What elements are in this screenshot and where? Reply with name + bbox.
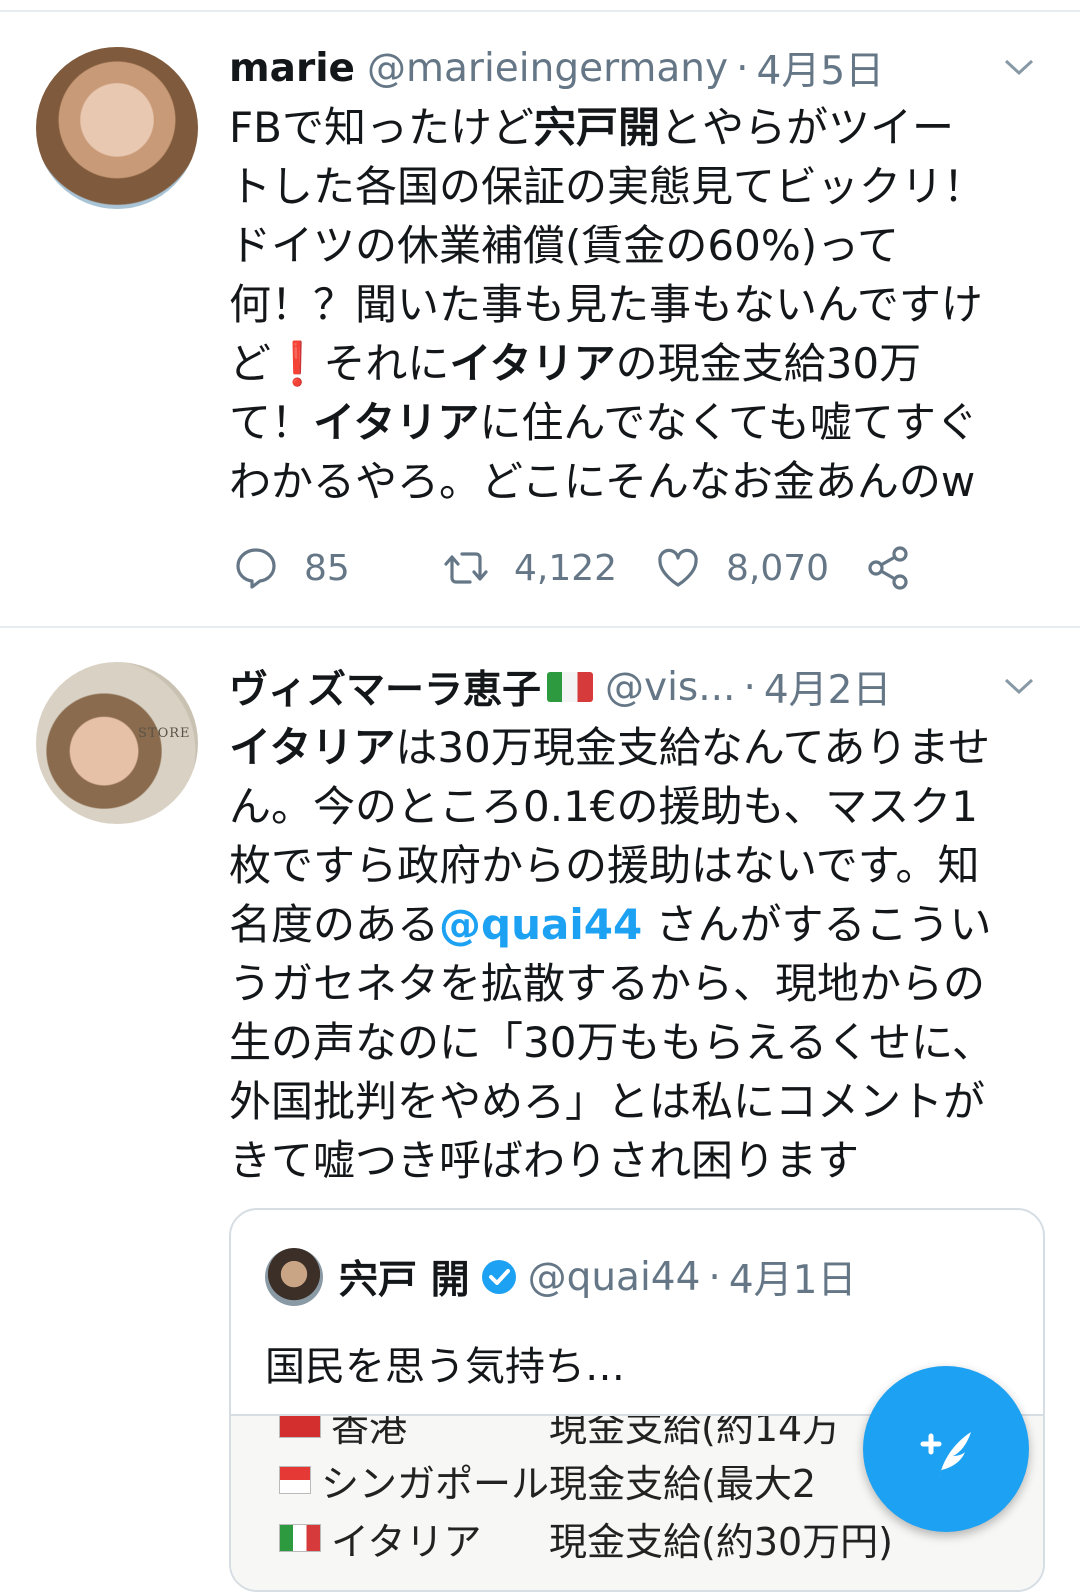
benefit-label: 現金支給(約30万円) bbox=[549, 1519, 894, 1564]
like-button[interactable]: 8,070 bbox=[654, 540, 829, 596]
text-line: トした各国の保証の実態見てビックリ！ bbox=[229, 162, 986, 211]
separator-dot: · bbox=[708, 1254, 721, 1300]
text-line: て！イタリアに住んでなくても嘘てすぐ bbox=[229, 393, 1049, 452]
chevron-down-icon[interactable] bbox=[1002, 669, 1036, 703]
quoted-display-name: 宍戸 開 bbox=[339, 1258, 470, 1303]
retweet-icon bbox=[444, 552, 488, 584]
country-label: 香港 bbox=[331, 1414, 408, 1450]
verified-badge-icon bbox=[481, 1260, 516, 1294]
user-handle[interactable]: @marieingermany bbox=[367, 46, 728, 91]
compose-tweet-button[interactable] bbox=[863, 1366, 1029, 1532]
exclamation-emoji: ❗ bbox=[271, 339, 324, 388]
top-divider bbox=[0, 10, 1080, 12]
quoted-tweet-header: 宍戸 開 @quai44 · 4月1日 bbox=[265, 1248, 857, 1306]
text-segment: は30万現金支給なんてありませ bbox=[395, 723, 991, 772]
reply-icon bbox=[236, 548, 276, 589]
text-line: わかるやろ。どこにそんなお金あんのw bbox=[229, 457, 976, 506]
compose-feather-icon bbox=[920, 1432, 971, 1478]
share-button[interactable] bbox=[864, 540, 912, 596]
country-label: イタリア bbox=[331, 1519, 482, 1564]
text-segment: の現金支給30万 bbox=[615, 339, 922, 388]
quoted-user-handle: @quai44 bbox=[527, 1254, 701, 1300]
text-line: ど❗それにイタリアの現金支給30万 bbox=[229, 334, 1049, 393]
hong-kong-flag-icon bbox=[279, 1416, 321, 1438]
separator-dot: · bbox=[743, 664, 756, 710]
text-segment: それに bbox=[323, 339, 450, 388]
singapore-flag-icon bbox=[279, 1466, 311, 1494]
text-line: きて嘘つき呼ばわりされ困ります bbox=[229, 1136, 860, 1185]
text-segment: 名度のある bbox=[229, 900, 440, 949]
text-line: 外国批判をやめろ」とは私にコメントが bbox=[229, 1077, 986, 1126]
image-row: シンガポール 現金支給(最大2 bbox=[279, 1456, 816, 1506]
user-handle[interactable]: @vis... bbox=[605, 665, 735, 710]
text-line: うガセネタを拡散するから、現地からの bbox=[229, 959, 986, 1008]
tweet-header: marie @marieingermany · 4月5日 bbox=[229, 40, 885, 96]
quoted-avatar bbox=[265, 1248, 323, 1306]
quoted-tweet-text: 国民を思う気持ち… bbox=[265, 1344, 625, 1390]
text-segment: さんがするこうい bbox=[642, 900, 992, 949]
text-line: 何！？聞いた事も見た事もないんですけ bbox=[229, 280, 983, 329]
retweet-button[interactable]: 4,122 bbox=[442, 540, 617, 596]
text-segment: とやらがツイー bbox=[660, 103, 955, 152]
mention-link[interactable]: @quai44 bbox=[439, 900, 642, 949]
text-line: ん。今のところ0.1€の援助も、マスク1 bbox=[229, 782, 978, 831]
bold-keyword: イタリア bbox=[229, 723, 396, 772]
reply-count: 85 bbox=[304, 547, 350, 589]
text-line: FBで知ったけど宍戸開とやらがツイー bbox=[229, 98, 1049, 157]
separator-dot: · bbox=[736, 45, 749, 91]
bold-keyword: 宍戸開 bbox=[533, 103, 660, 152]
tweet-text: イタリアは30万現金支給なんてありませ ん。今のところ0.1€の援助も、マスク1… bbox=[229, 718, 1049, 1190]
text-segment: FBで知ったけど bbox=[229, 103, 534, 152]
benefit-label: 現金支給(約14万 bbox=[549, 1414, 841, 1450]
italy-flag-icon bbox=[279, 1524, 321, 1552]
tweet-date[interactable]: 4月2日 bbox=[764, 659, 892, 715]
image-row: イタリア 現金支給(約30万円) bbox=[279, 1514, 893, 1564]
display-name[interactable]: ヴィズマーラ恵子 bbox=[229, 659, 541, 715]
tweet-divider bbox=[0, 626, 1080, 628]
reply-button[interactable]: 85 bbox=[232, 540, 350, 596]
text-line: 名度のある@quai44 さんがするこうい bbox=[229, 895, 1049, 954]
tweet-text: FBで知ったけど宍戸開とやらがツイー トした各国の保証の実態見てビックリ！ ドイ… bbox=[229, 98, 1049, 511]
bold-keyword: イタリア bbox=[449, 339, 616, 388]
avatar[interactable]: STORE bbox=[36, 662, 198, 824]
text-line: 生の声なのに「30万ももらえるくせに、 bbox=[229, 1018, 994, 1067]
retweet-count: 4,122 bbox=[514, 547, 618, 589]
benefit-label: 現金支給(最大2 bbox=[549, 1461, 817, 1506]
bold-keyword: イタリア bbox=[313, 398, 480, 447]
text-line: 枚ですら政府からの援助はないです。知 bbox=[229, 841, 980, 890]
text-line: イタリアは30万現金支給なんてありませ bbox=[229, 718, 1049, 777]
text-segment: て！ bbox=[229, 398, 314, 447]
tweet-actions: 85 4,122 8,070 bbox=[232, 540, 932, 596]
image-row: 香港 現金支給(約14万 bbox=[279, 1416, 840, 1450]
text-segment: に住んでなくても嘘てすぐ bbox=[479, 398, 978, 447]
share-icon bbox=[868, 546, 908, 590]
chevron-down-icon[interactable] bbox=[1002, 50, 1036, 84]
like-count: 8,070 bbox=[726, 547, 830, 589]
avatar-sign-text: STORE bbox=[138, 726, 191, 741]
heart-icon bbox=[658, 548, 698, 587]
country-label: シンガポール bbox=[320, 1461, 549, 1506]
text-segment: ど bbox=[229, 339, 272, 388]
tweet-header: ヴィズマーラ恵子 @vis... · 4月2日 bbox=[229, 659, 892, 715]
tweet-date[interactable]: 4月5日 bbox=[757, 40, 885, 96]
text-line: ドイツの休業補償(賃金の60%)って bbox=[229, 221, 900, 270]
italy-flag-icon bbox=[547, 672, 594, 702]
quoted-tweet-date: 4月1日 bbox=[728, 1258, 857, 1303]
avatar[interactable] bbox=[36, 47, 198, 209]
display-name[interactable]: marie bbox=[229, 46, 355, 91]
